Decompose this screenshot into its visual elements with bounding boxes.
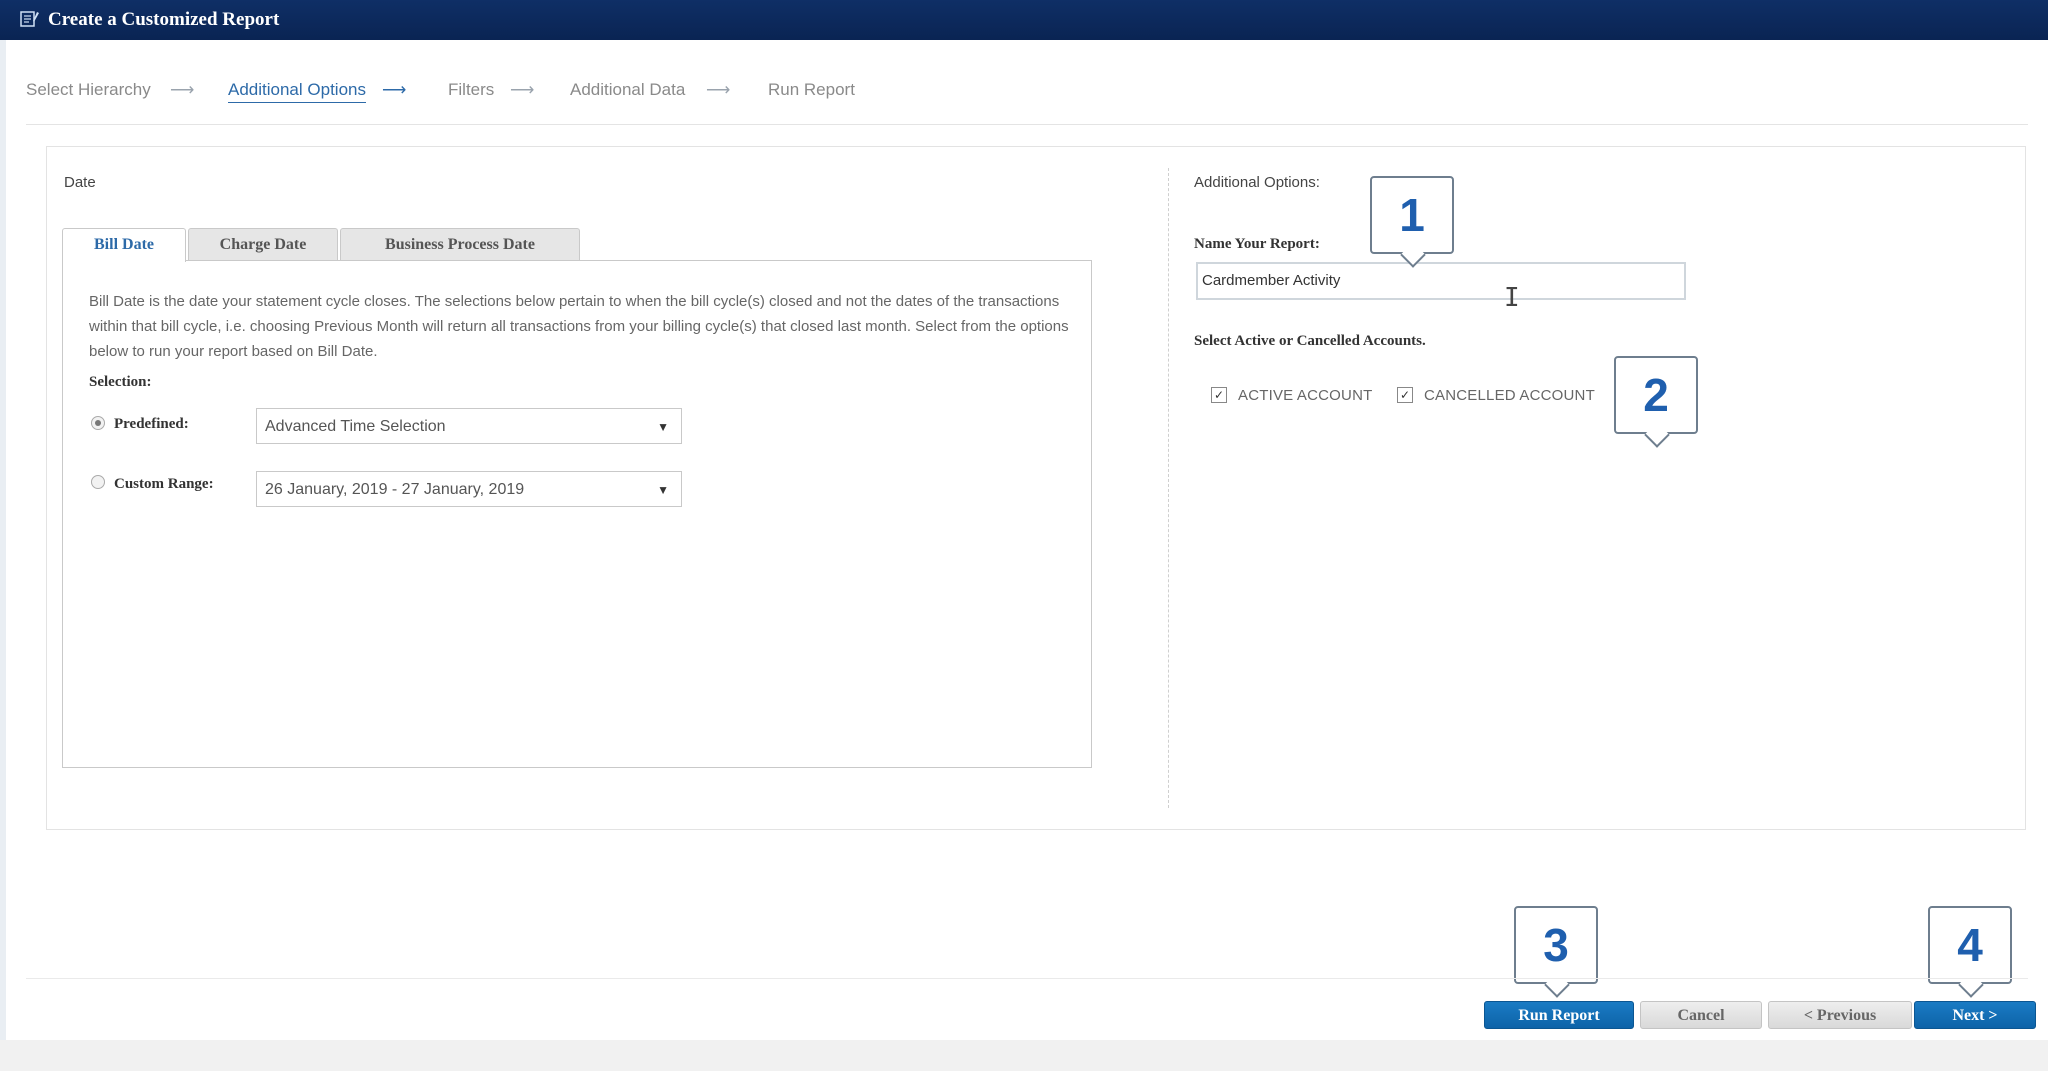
dropdown-arrow-icon: ▼ [657, 420, 669, 434]
wizard-divider [26, 124, 2028, 125]
custom-range-value: 26 January, 2019 - 27 January, 2019 [265, 481, 525, 498]
date-section-label: Date [64, 174, 96, 191]
run-report-button[interactable]: Run Report [1484, 1001, 1634, 1029]
cancel-button[interactable]: Cancel [1640, 1001, 1762, 1029]
step-arrow-icon: ⟶ [706, 80, 731, 99]
custom-range-radio[interactable] [91, 475, 105, 489]
dialog-title: Create a Customized Report [48, 9, 280, 30]
accounts-label: Select Active or Cancelled Accounts. [1194, 333, 1426, 349]
report-name-input[interactable]: Cardmember Activity [1196, 262, 1686, 300]
active-account-label: ACTIVE ACCOUNT [1238, 387, 1373, 404]
tab-business-process-date[interactable]: Business Process Date [340, 228, 580, 261]
report-name-value: Cardmember Activity [1202, 272, 1341, 289]
cancelled-account-label: CANCELLED ACCOUNT [1424, 387, 1595, 404]
predefined-select[interactable]: Advanced Time Selection ▼ [256, 408, 682, 444]
active-account-checkbox[interactable]: ✓ [1211, 387, 1227, 403]
custom-range-select[interactable]: 26 January, 2019 - 27 January, 2019 ▼ [256, 471, 682, 507]
step-arrow-icon: ⟶ [170, 80, 195, 99]
predefined-radio[interactable] [91, 416, 105, 430]
dialog-titlebar: Create a Customized Report [0, 0, 2048, 40]
step-select-hierarchy[interactable]: Select Hierarchy [26, 80, 151, 100]
tab-bill-date[interactable]: Bill Date [62, 228, 186, 262]
callout-4: 4 [1928, 906, 2012, 984]
cancelled-account-checkbox[interactable]: ✓ [1397, 387, 1413, 403]
step-filters[interactable]: Filters [448, 80, 494, 100]
predefined-value: Advanced Time Selection [265, 418, 446, 435]
tab-charge-date[interactable]: Charge Date [188, 228, 338, 261]
report-name-label: Name Your Report: [1194, 236, 1320, 252]
bill-date-description: Bill Date is the date your statement cyc… [89, 293, 1069, 360]
step-additional-options[interactable]: Additional Options [228, 80, 366, 103]
previous-button[interactable]: < Previous [1768, 1001, 1912, 1029]
additional-options-label: Additional Options: [1194, 174, 1320, 191]
step-additional-data[interactable]: Additional Data [570, 80, 685, 100]
text-cursor-icon: I [1504, 283, 1520, 313]
step-run-report[interactable]: Run Report [768, 80, 855, 100]
callout-3: 3 [1514, 906, 1598, 984]
custom-range-label: Custom Range: [114, 476, 214, 492]
step-arrow-icon: ⟶ [510, 80, 535, 99]
next-button[interactable]: Next > [1914, 1001, 2036, 1029]
selection-label: Selection: [89, 374, 152, 390]
callout-2: 2 [1614, 356, 1698, 434]
predefined-label: Predefined: [114, 416, 189, 432]
dialog-left-edge [0, 40, 6, 1071]
report-icon [20, 11, 39, 27]
section-divider [1168, 168, 1169, 808]
footer-bar [0, 1040, 2048, 1071]
callout-1: 1 [1370, 176, 1454, 254]
dropdown-arrow-icon: ▼ [657, 483, 669, 497]
footer-divider [26, 978, 2028, 979]
step-arrow-icon: ⟶ [382, 80, 407, 99]
